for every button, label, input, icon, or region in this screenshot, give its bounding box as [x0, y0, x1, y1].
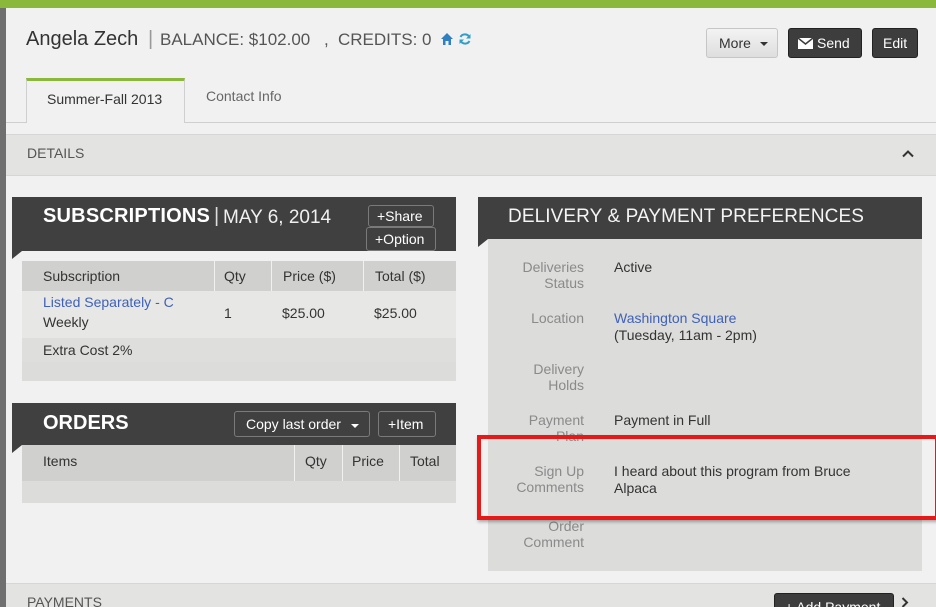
more-button[interactable]: More: [706, 28, 778, 58]
delivery-payment-fold: [478, 239, 488, 247]
highlight-box: [477, 435, 936, 520]
column-divider: [294, 445, 295, 481]
table-header-row: Subscription Qty Price ($) Total ($): [22, 261, 456, 291]
chevron-right-icon[interactable]: [901, 597, 909, 607]
col-subscription: Subscription: [43, 268, 121, 284]
col-price: Price ($): [283, 268, 336, 284]
deliveries-status-label: Deliveries Status: [488, 259, 584, 291]
orders-title: ORDERS: [43, 412, 129, 434]
label-line: Deliveries: [522, 259, 584, 275]
label-line: Status: [544, 275, 584, 291]
share-button[interactable]: +Share: [368, 205, 434, 227]
deliveries-status-value: Active: [614, 259, 653, 275]
col-items: Items: [43, 453, 78, 469]
col-total: Total ($): [375, 268, 426, 284]
copy-last-order-label: Copy last order: [246, 416, 341, 432]
label-line: Payment: [528, 412, 584, 428]
subscriptions-table: Subscription Qty Price ($) Total ($) Lis…: [22, 261, 456, 381]
details-label: DETAILS: [27, 145, 85, 161]
envelope-icon: [798, 38, 813, 49]
chevron-up-icon[interactable]: [902, 149, 914, 158]
col-qty: Qty: [305, 453, 327, 469]
subscription-frequency: Weekly: [43, 314, 89, 330]
chevron-down-icon: [351, 424, 359, 428]
send-button[interactable]: Send: [788, 28, 862, 58]
tab-contact-info[interactable]: Contact Info: [206, 88, 282, 104]
add-payment-button[interactable]: + Add Payment: [774, 593, 894, 607]
col-total: Total: [410, 453, 440, 469]
orders-fold: [12, 445, 22, 453]
delivery-payment-details: Deliveries Status Active Location Washin…: [488, 239, 922, 571]
send-button-label: Send: [817, 35, 850, 51]
column-divider: [342, 445, 343, 481]
subscription-link[interactable]: Listed Separately - C: [43, 294, 174, 310]
payment-plan-value: Payment in Full: [614, 412, 711, 428]
subscriptions-fold: [12, 251, 22, 259]
edit-button-label: Edit: [883, 35, 908, 51]
subscription-price: $25.00: [282, 305, 325, 321]
details-section-header[interactable]: DETAILS: [6, 134, 936, 176]
column-divider: [399, 445, 400, 481]
subscriptions-title: SUBSCRIPTIONS: [43, 205, 211, 227]
delivery-payment-title: DELIVERY & PAYMENT PREFERENCES: [508, 206, 865, 227]
customer-name: Angela Zech: [26, 28, 139, 50]
balance-text: BALANCE: $102.00: [160, 30, 311, 49]
location-value: Washington Square (Tuesday, 11am - 2pm): [614, 310, 757, 344]
customer-page: Angela Zech | BALANCE: $102.00 , CREDITS…: [6, 8, 936, 607]
edit-button[interactable]: Edit: [872, 28, 918, 58]
top-accent-bar: [0, 0, 936, 8]
subscriptions-date: MAY 6, 2014: [223, 207, 332, 228]
extra-cost: Extra Cost 2%: [43, 342, 133, 358]
column-divider: [363, 261, 364, 291]
table-row: Extra Cost 2%: [22, 338, 456, 362]
payments-label: PAYMENTS: [27, 594, 102, 607]
credits-text: CREDITS: 0: [338, 30, 432, 49]
subscriptions-separator: |: [214, 205, 220, 227]
orders-header: ORDERS Copy last order +Item: [12, 403, 456, 445]
chevron-down-icon: [760, 42, 768, 46]
location-link[interactable]: Washington Square: [614, 310, 757, 327]
delivery-payment-header: DELIVERY & PAYMENT PREFERENCES: [478, 197, 922, 239]
label-line: Order: [548, 518, 584, 534]
label-line: Holds: [548, 377, 584, 393]
col-qty: Qty: [224, 268, 246, 284]
subscriptions-header: SUBSCRIPTIONS | MAY 6, 2014 +Share +Opti…: [12, 197, 456, 251]
home-icon[interactable]: [440, 32, 454, 46]
copy-last-order-button[interactable]: Copy last order: [234, 411, 370, 437]
order-comment-label: Order Comment: [488, 518, 584, 550]
subscription-total: $25.00: [374, 305, 417, 321]
delivery-holds-label: Delivery Holds: [488, 361, 584, 393]
option-button[interactable]: +Option: [366, 227, 436, 251]
label-line: Delivery: [533, 361, 584, 377]
more-button-label: More: [719, 35, 751, 51]
table-row: Listed Separately - C Weekly 1 $25.00 $2…: [22, 291, 456, 338]
location-label: Location: [531, 310, 584, 326]
add-item-button[interactable]: +Item: [378, 411, 436, 437]
header-separator: |: [148, 28, 154, 50]
orders-table: Items Qty Price Total: [22, 445, 456, 503]
table-header-row: Items Qty Price Total: [22, 445, 456, 481]
refresh-icon[interactable]: [458, 32, 472, 46]
label-line: Comment: [523, 534, 584, 550]
payments-section-header[interactable]: PAYMENTS + Add Payment: [6, 583, 936, 607]
column-divider: [271, 261, 272, 291]
col-price: Price: [352, 453, 384, 469]
location-schedule: (Tuesday, 11am - 2pm): [614, 327, 757, 343]
header-comma: ,: [324, 30, 329, 49]
column-divider: [214, 261, 215, 291]
subscription-qty: 1: [224, 305, 232, 321]
tab-summer-fall-2013[interactable]: Summer-Fall 2013: [26, 78, 185, 123]
